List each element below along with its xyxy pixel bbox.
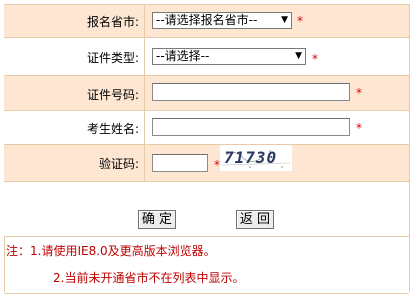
province-field-cell: --请选择报名省市-- ▼ * <box>146 5 409 37</box>
province-required-mark: * <box>297 14 303 28</box>
back-button[interactable]: 返 回 <box>236 210 274 229</box>
id-type-label: 证件类型: <box>86 51 139 65</box>
note-line-2: 2.当前未开通省市不在列表中显示。 <box>53 271 245 285</box>
name-label: 考生姓名: <box>86 122 139 136</box>
id-number-label: 证件号码: <box>86 88 139 102</box>
name-required-mark: * <box>356 121 362 135</box>
name-input[interactable] <box>152 118 350 136</box>
captcha-text: 71730 <box>224 148 278 167</box>
row-name: 考生姓名: * <box>4 110 409 144</box>
row-id-type: 证件类型: --请选择-- ▼ * <box>4 37 409 75</box>
row-captcha: 验证码: * 71730 <box>4 144 409 181</box>
row-id-number: 证件号码: * <box>4 75 409 110</box>
id-number-label-cell: 证件号码: <box>4 76 145 110</box>
chevron-down-icon: ▼ <box>295 51 302 61</box>
province-label: 报名省市: <box>86 15 139 29</box>
id-type-select-value: --请选择-- <box>156 49 210 63</box>
name-label-cell: 考生姓名: <box>4 111 145 144</box>
captcha-input[interactable] <box>152 154 208 172</box>
id-type-select[interactable]: --请选择-- ▼ <box>152 48 306 65</box>
chevron-down-icon: ▼ <box>281 15 288 25</box>
id-type-required-mark: * <box>312 52 318 66</box>
row-buttons: 确 定 返 回 <box>4 181 409 237</box>
id-number-required-mark: * <box>356 86 362 100</box>
id-number-field-cell: * <box>146 76 409 110</box>
row-province: 报名省市: --请选择报名省市-- ▼ * <box>4 4 409 37</box>
captcha-image[interactable]: 71730 <box>220 145 292 171</box>
id-number-input[interactable] <box>152 83 350 101</box>
id-type-label-cell: 证件类型: <box>4 38 145 75</box>
note-line-1: 注：1.请使用IE8.0及更高版本浏览器。 <box>6 244 216 258</box>
province-select[interactable]: --请选择报名省市-- ▼ <box>152 12 292 29</box>
id-type-field-cell: --请选择-- ▼ * <box>146 38 409 75</box>
province-select-value: --请选择报名省市-- <box>156 13 258 27</box>
captcha-label: 验证码: <box>98 157 139 171</box>
notes-area: 注：1.请使用IE8.0及更高版本浏览器。 2.当前未开通省市不在列表中显示。 <box>4 236 409 294</box>
confirm-button[interactable]: 确 定 <box>138 210 176 229</box>
captcha-label-cell: 验证码: <box>4 145 145 181</box>
name-field-cell: * <box>146 111 409 144</box>
captcha-field-cell: * 71730 <box>146 145 409 181</box>
province-label-cell: 报名省市: <box>4 5 145 37</box>
